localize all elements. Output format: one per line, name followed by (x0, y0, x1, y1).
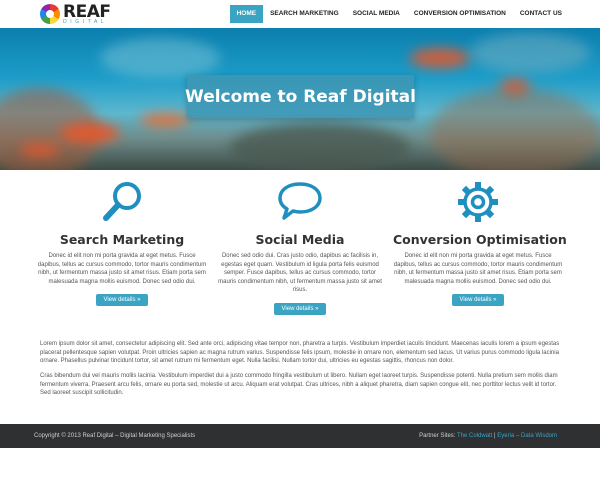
body-paragraph: Lorem ipsum dolor sit amet, consectetur … (40, 341, 560, 364)
speech-bubble-icon (278, 182, 322, 220)
feature-search-marketing: Search Marketing Donec id elit non mi po… (37, 178, 207, 306)
gear-icon (458, 182, 498, 222)
partner-sites-label: Partner Sites: (419, 433, 456, 439)
magnifier-icon (103, 182, 141, 221)
hero-title-box: Welcome to Reaf Digital (185, 75, 416, 118)
partner-link-coldwatt[interactable]: The Coldwatt (457, 433, 492, 439)
view-details-button[interactable]: View details » (95, 294, 149, 306)
feature-title: Conversion Optimisation (393, 232, 567, 247)
hero-banner: Welcome to Reaf Digital (0, 28, 600, 170)
feature-title: Search Marketing (59, 232, 185, 247)
hero-title: Welcome to Reaf Digital (185, 86, 416, 107)
feature-title: Social Media (255, 232, 345, 247)
feature-social-media: Social Media Donec sed odio dui. Cras ju… (215, 178, 385, 315)
partner-sites: Partner Sites: The Coldwatt | Eyeria – D… (419, 433, 557, 439)
view-details-button[interactable]: View details » (273, 302, 327, 315)
logo-subtitle: DIGITAL (63, 18, 108, 25)
partner-dash: – (515, 433, 520, 439)
main-nav: HOME SEARCH MARKETING SOCIAL MEDIA CONVE… (229, 5, 569, 23)
nav-conversion-optimisation[interactable]: CONVERSION OPTIMISATION (407, 5, 513, 23)
nav-social-media[interactable]: SOCIAL MEDIA (346, 5, 407, 23)
site-logo[interactable]: REAF DIGITAL (40, 1, 111, 25)
site-footer: Copyright © 2013 Reaf Digital – Digital … (0, 424, 600, 448)
feature-conversion-optimisation: Conversion Optimisation Donec id elit no… (393, 178, 567, 306)
logo-mark-icon (40, 4, 60, 24)
site-header: REAF DIGITAL HOME SEARCH MARKETING SOCIA… (0, 0, 600, 28)
feature-description: Donec id elit non mi porta gravida at eg… (37, 253, 207, 285)
view-details-button[interactable]: View details » (451, 294, 505, 306)
logo-name: REAF (63, 1, 111, 22)
partner-link-eyeria[interactable]: Eyeria (497, 433, 514, 439)
partner-separator: | (494, 433, 496, 439)
nav-contact-us[interactable]: CONTACT US (513, 5, 569, 23)
feature-description: Donec sed odio dui. Cras justo odio, dap… (218, 253, 382, 293)
nav-search-marketing[interactable]: SEARCH MARKETING (263, 5, 346, 23)
copyright-text: Copyright © 2013 Reaf Digital – Digital … (34, 433, 196, 439)
body-paragraph: Cras bibendum dui vel mauris mollis laci… (40, 373, 558, 396)
partner-link-data-wisdom[interactable]: Data Wisdom (521, 433, 557, 439)
feature-description: Donec id elit non mi porta gravida at eg… (393, 253, 563, 285)
nav-home[interactable]: HOME (229, 5, 264, 23)
